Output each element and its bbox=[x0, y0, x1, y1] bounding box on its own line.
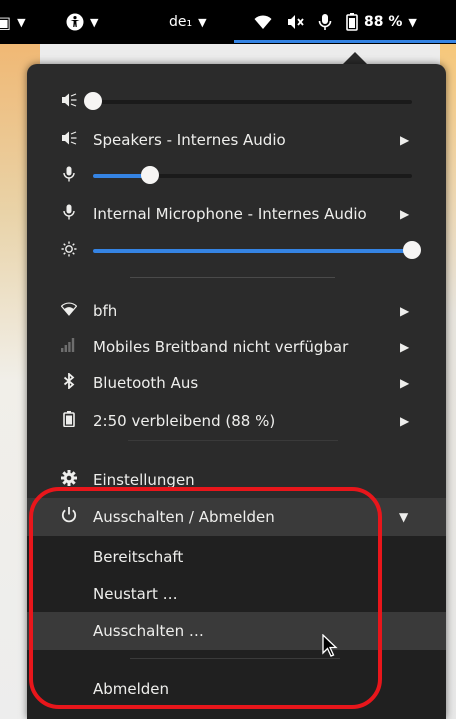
wifi-row[interactable]: bfh ▶ bbox=[27, 292, 446, 330]
accessibility-menu[interactable]: ▼ bbox=[66, 0, 98, 44]
active-indicator bbox=[234, 40, 456, 43]
bluetooth-label: Bluetooth Aus bbox=[93, 374, 199, 392]
menu-arrow bbox=[343, 52, 367, 64]
bluetooth-row[interactable]: Bluetooth Aus ▶ bbox=[27, 364, 446, 402]
window-menu[interactable]: ▣ ▼ bbox=[0, 0, 26, 44]
chevron-right-icon: ▶ bbox=[400, 133, 410, 147]
battery-percent: 88 % bbox=[364, 14, 403, 30]
separator bbox=[130, 277, 335, 278]
chevron-right-icon: ▶ bbox=[400, 207, 410, 221]
keyboard-layout-menu[interactable]: de₁ ▼ bbox=[169, 0, 207, 44]
chevron-down-icon: ▼ bbox=[17, 15, 26, 29]
battery-icon bbox=[346, 13, 358, 31]
mobile-broadband-row[interactable]: Mobiles Breitband nicht verfügbar ▶ bbox=[27, 328, 446, 366]
speakers-row[interactable]: Speakers - Internes Audio ▶ bbox=[27, 121, 446, 159]
brightness-icon bbox=[60, 241, 78, 261]
top-bar: ▣ ▼ ▼ de₁ ▼ 88 % ▼ bbox=[0, 0, 456, 44]
mobile-broadband-label: Mobiles Breitband nicht verfügbar bbox=[93, 338, 349, 356]
output-volume-slider[interactable] bbox=[84, 92, 412, 110]
wifi-label: bfh bbox=[93, 302, 118, 320]
chevron-right-icon: ▶ bbox=[400, 414, 410, 428]
chevron-right-icon: ▶ bbox=[400, 304, 410, 318]
microphone-icon bbox=[60, 204, 78, 224]
keyboard-layout-label: de₁ bbox=[169, 14, 193, 30]
brightness-knob[interactable] bbox=[403, 241, 421, 259]
brightness-fill bbox=[93, 249, 412, 253]
output-volume-knob[interactable] bbox=[84, 92, 102, 110]
microphone-icon bbox=[60, 166, 78, 186]
chevron-down-icon: ▼ bbox=[198, 15, 207, 29]
chevron-down-icon: ▼ bbox=[399, 510, 409, 524]
window-icon: ▣ bbox=[0, 12, 12, 32]
volume-muted-icon bbox=[288, 15, 304, 29]
signal-icon bbox=[60, 338, 78, 356]
speaker-icon bbox=[60, 93, 78, 111]
system-status-area[interactable]: 88 % ▼ bbox=[254, 0, 417, 44]
battery-icon bbox=[60, 411, 78, 431]
wifi-icon bbox=[254, 15, 272, 29]
chevron-right-icon: ▶ bbox=[400, 376, 410, 390]
battery-row[interactable]: 2:50 verbleibend (88 %) ▶ bbox=[27, 402, 446, 440]
microphone-icon bbox=[318, 14, 332, 30]
speaker-icon bbox=[60, 131, 78, 149]
bluetooth-icon bbox=[60, 372, 78, 393]
separator bbox=[128, 440, 338, 441]
annotation-highlight-box bbox=[29, 487, 382, 709]
battery-label: 2:50 verbleibend (88 %) bbox=[93, 412, 276, 430]
wifi-icon bbox=[60, 302, 78, 320]
brightness-slider[interactable] bbox=[93, 241, 421, 259]
speakers-label: Speakers - Internes Audio bbox=[93, 131, 286, 149]
chevron-down-icon: ▼ bbox=[90, 15, 99, 29]
chevron-down-icon: ▼ bbox=[408, 15, 417, 29]
chevron-right-icon: ▶ bbox=[400, 340, 410, 354]
microphone-label: Internal Microphone - Internes Audio bbox=[93, 205, 367, 223]
accessibility-icon bbox=[66, 13, 84, 31]
microphone-row[interactable]: Internal Microphone - Internes Audio ▶ bbox=[27, 195, 446, 233]
mic-volume-slider[interactable] bbox=[93, 166, 412, 184]
mouse-cursor-icon bbox=[322, 634, 338, 657]
